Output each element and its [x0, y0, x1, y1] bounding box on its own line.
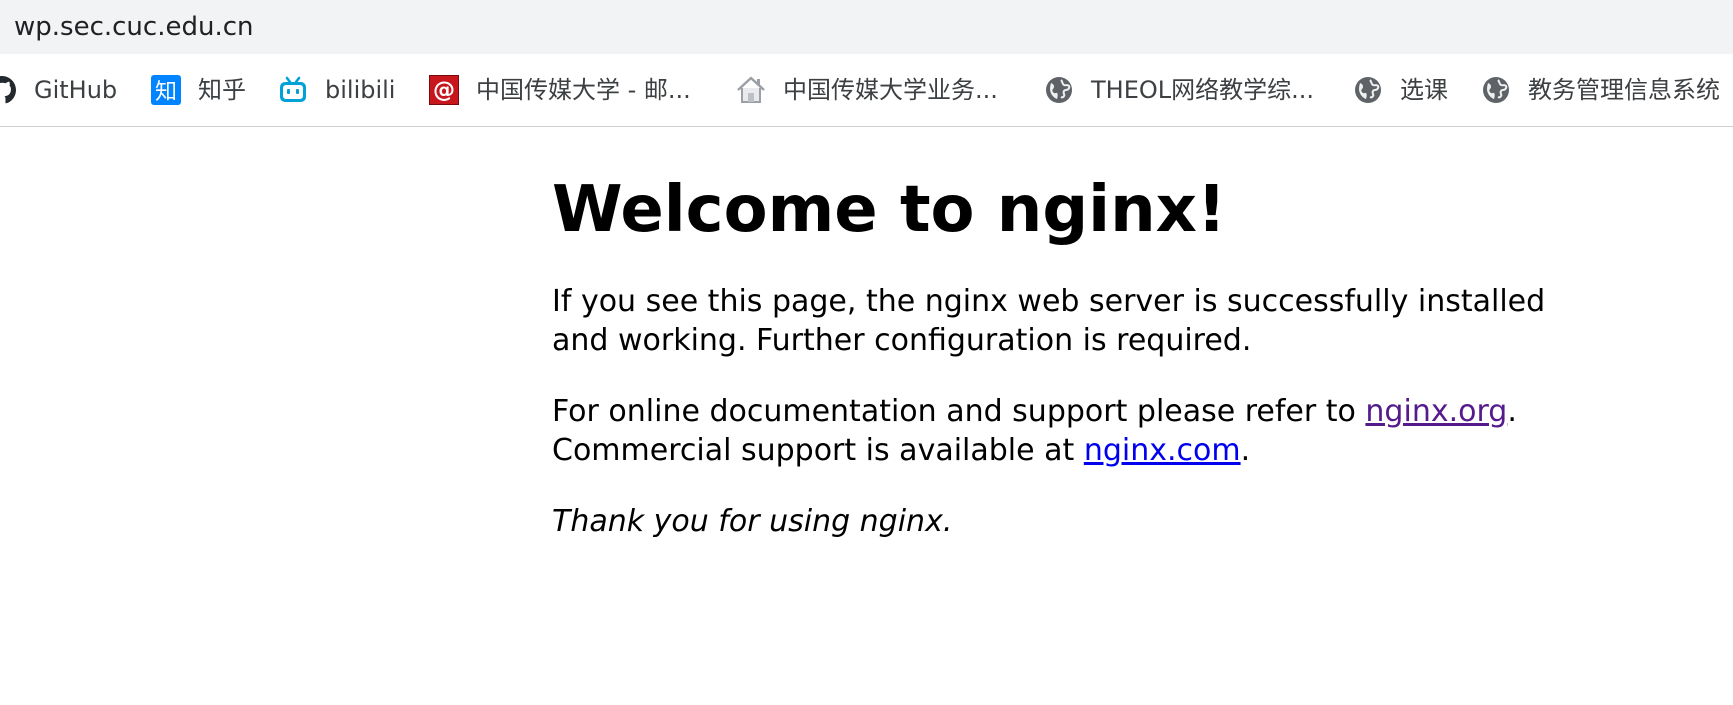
- bookmark-bilibili[interactable]: bilibili: [277, 74, 395, 106]
- bookmark-label: 知乎: [198, 76, 246, 104]
- support-text: For online documentation and support ple…: [552, 394, 1366, 429]
- nginx-welcome-content: Welcome to nginx! If you see this page, …: [552, 170, 1552, 541]
- bookmark-course-selection[interactable]: 选课: [1352, 74, 1448, 106]
- support-period: .: [1507, 394, 1517, 429]
- mail-at-glyph: @: [429, 75, 459, 105]
- bookmark-label: GitHub: [34, 76, 118, 104]
- url-text[interactable]: wp.sec.cuc.edu.cn: [14, 12, 253, 42]
- globe-icon: [1480, 74, 1512, 106]
- globe-icon: [1043, 74, 1075, 106]
- zhihu-icon: 知: [150, 74, 182, 106]
- bookmark-label: 中国传媒大学 - 邮...: [476, 76, 691, 104]
- bilibili-icon: [277, 74, 309, 106]
- github-icon: [0, 74, 18, 106]
- bookmark-label: THEOL网络教学综...: [1091, 76, 1315, 104]
- bookmark-label: 选课: [1400, 76, 1448, 104]
- zhihu-icon-glyph: 知: [151, 75, 181, 105]
- bookmark-cuc-mail[interactable]: @ 中国传媒大学 - 邮...: [428, 74, 691, 106]
- globe-icon: [1352, 74, 1384, 106]
- bookmark-academic-system[interactable]: 教务管理信息系统: [1480, 74, 1720, 106]
- bookmarks-bar: GitHub 知 知乎 bilibili @ 中国传媒大学 - 邮... 中国传…: [0, 54, 1733, 127]
- bookmark-cuc-business[interactable]: 中国传媒大学业务...: [735, 74, 998, 106]
- home-icon: [735, 74, 767, 106]
- page-title: Welcome to nginx!: [552, 173, 1227, 247]
- bookmark-label: bilibili: [325, 76, 396, 104]
- commercial-text: Commercial support is available at: [552, 433, 1084, 468]
- nginx-org-link[interactable]: nginx.org: [1365, 394, 1507, 429]
- nginx-com-link[interactable]: nginx.com: [1084, 433, 1241, 468]
- mail-at-icon: @: [428, 74, 460, 106]
- bookmark-label: 教务管理信息系统: [1528, 76, 1720, 104]
- address-bar[interactable]: wp.sec.cuc.edu.cn: [0, 0, 1733, 54]
- intro-paragraph: If you see this page, the nginx web serv…: [552, 284, 1546, 358]
- bookmark-theol[interactable]: THEOL网络教学综...: [1043, 74, 1314, 106]
- support-paragraph: For online documentation and support ple…: [552, 392, 1552, 470]
- commercial-period: .: [1240, 433, 1251, 468]
- thank-you-text: Thank you for using nginx.: [552, 504, 953, 539]
- bookmark-github[interactable]: GitHub: [0, 74, 117, 106]
- bookmark-zhihu[interactable]: 知 知乎: [150, 74, 246, 106]
- bookmark-label: 中国传媒大学业务...: [783, 76, 998, 104]
